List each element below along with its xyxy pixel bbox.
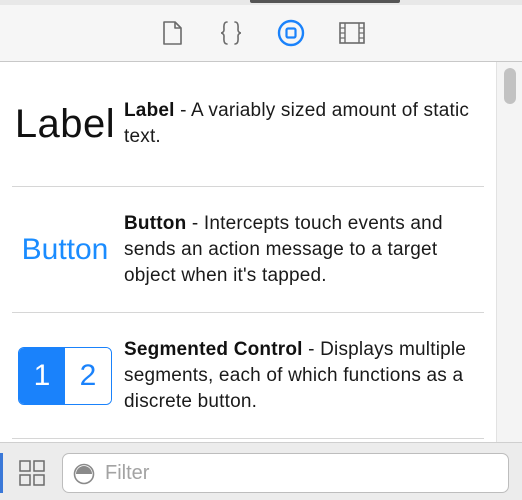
- library-item-summary: - A variably sized amount of static text…: [124, 100, 470, 147]
- document-icon[interactable]: [158, 19, 186, 47]
- filter-bar: [0, 442, 522, 500]
- filter-icon: [73, 463, 95, 485]
- library-item-description: Segmented Control - Displays multiple se…: [124, 337, 476, 415]
- braces-icon[interactable]: [217, 19, 245, 47]
- segment-1: 1: [19, 348, 65, 404]
- circle-square-icon[interactable]: [277, 19, 305, 47]
- grid-view-icon[interactable]: [18, 459, 46, 487]
- scrollbar-thumb[interactable]: [504, 68, 516, 104]
- library-item-segmented-control[interactable]: 1 2 Segmented Control - Displays multipl…: [0, 313, 496, 439]
- segmented-control-preview: 1 2: [12, 313, 118, 439]
- selection-edge: [0, 453, 3, 493]
- library-item-title: Button: [124, 213, 187, 234]
- filter-field[interactable]: [62, 453, 509, 493]
- button-preview: Button: [21, 233, 109, 266]
- object-library-panel: Label Label - A variably sized amount of…: [0, 0, 522, 500]
- segmented-control: 1 2: [18, 347, 112, 405]
- segment-2: 2: [65, 348, 111, 404]
- library-item-label[interactable]: Label Label - A variably sized amount of…: [0, 62, 496, 187]
- film-icon[interactable]: [338, 19, 366, 47]
- label-preview: Label: [14, 102, 116, 146]
- library-tab-bar: [0, 5, 522, 62]
- filter-input[interactable]: [105, 459, 495, 487]
- library-item-title: Label: [124, 100, 175, 121]
- library-item-description: Button - Intercepts touch events and sen…: [124, 211, 476, 289]
- object-library-list: Label Label - A variably sized amount of…: [0, 62, 522, 442]
- library-item-button[interactable]: Button Button - Intercepts touch events …: [0, 187, 496, 313]
- vertical-scrollbar[interactable]: [496, 62, 522, 442]
- library-item-title: Segmented Control: [124, 339, 303, 360]
- cut-off-text-fragment: [250, 0, 400, 3]
- item-divider: [12, 438, 484, 439]
- library-item-description: Label - A variably sized amount of stati…: [124, 98, 476, 150]
